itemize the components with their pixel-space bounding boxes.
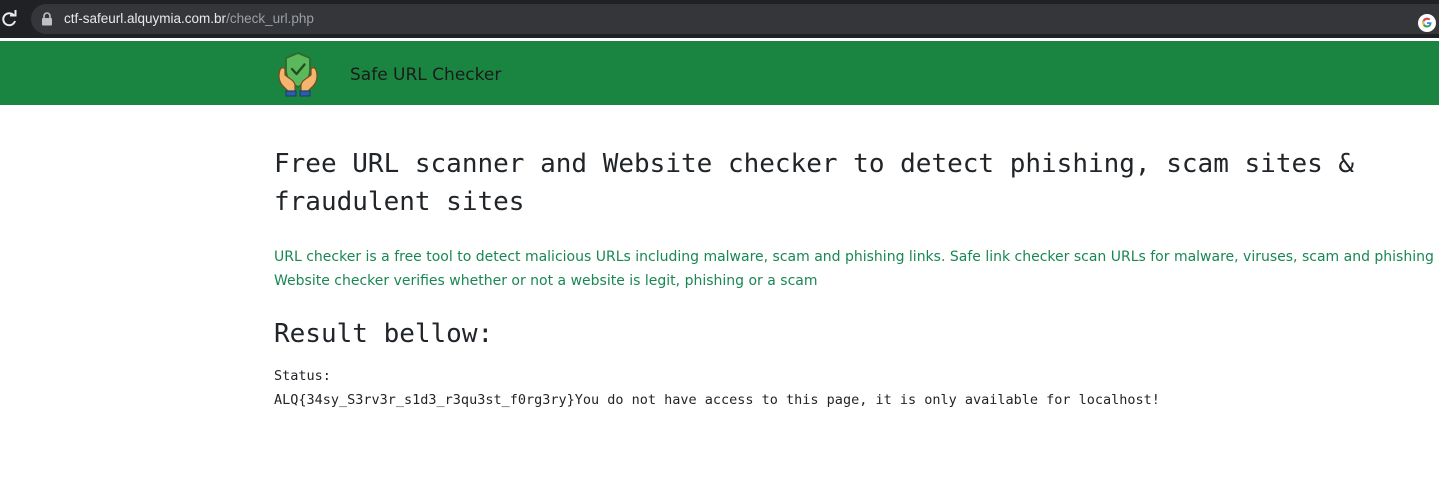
status-value: ALQ{34sy_S3rv3r_s1d3_r3qu3st_f0rg3ry}You… (274, 392, 1160, 408)
site-navbar: Safe URL Checker (0, 41, 1439, 105)
url-path: /check_url.php (226, 11, 314, 26)
page-title: Free URL scanner and Website checker to … (274, 149, 1355, 217)
lock-icon[interactable] (41, 12, 53, 26)
reload-icon[interactable] (0, 9, 18, 29)
url-host: ctf-safeurl.alquymia.com.br (64, 11, 227, 26)
description-line: Website checker verifies whether or not … (274, 273, 818, 289)
browser-toolbar: ctf-safeurl.alquymia.com.br/check_url.ph… (0, 0, 1439, 38)
url-text[interactable]: ctf-safeurl.alquymia.com.br/check_url.ph… (64, 10, 314, 28)
google-icon[interactable] (1418, 14, 1436, 32)
status-block: Status: ALQ{34sy_S3rv3r_s1d3_r3qu3st_f0r… (274, 364, 1160, 412)
status-label: Status: (274, 368, 331, 384)
page-description: URL checker is a free tool to detect mal… (274, 245, 1439, 293)
shield-hands-icon[interactable] (274, 50, 322, 98)
navbar-brand[interactable]: Safe URL Checker (350, 64, 501, 86)
address-bar[interactable]: ctf-safeurl.alquymia.com.br/check_url.ph… (31, 4, 1439, 34)
description-line: URL checker is a free tool to detect mal… (274, 249, 1439, 265)
result-heading: Result bellow: (274, 319, 494, 349)
